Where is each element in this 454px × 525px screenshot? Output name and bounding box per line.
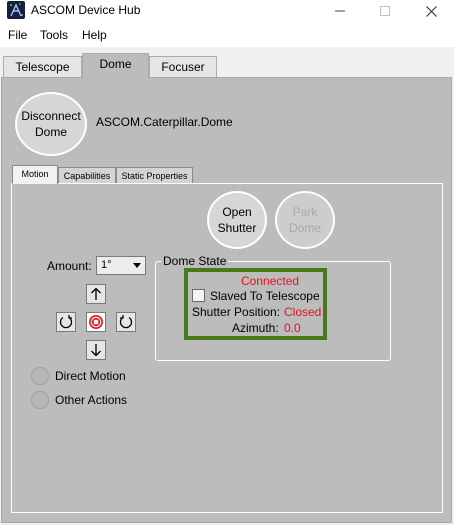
tab-telescope[interactable]: Telescope: [3, 56, 82, 78]
azimuth-label: Azimuth:: [232, 321, 279, 335]
minimize-icon[interactable]: [317, 0, 363, 22]
open-shutter-line1: Open: [222, 205, 252, 219]
connection-status: Connected: [241, 274, 300, 288]
rotate-ccw-icon: [59, 315, 73, 329]
slaved-checkbox[interactable]: [192, 289, 205, 302]
other-actions-label: Other Actions: [55, 393, 128, 407]
device-name: ASCOM.Caterpillar.Dome: [96, 115, 233, 129]
menu-file[interactable]: File: [8, 28, 27, 42]
subtab-static-properties[interactable]: Static Properties: [116, 167, 193, 184]
amount-value: 1°: [101, 259, 112, 271]
menu-bar: File Tools Help: [0, 25, 454, 45]
stop-icon: [89, 315, 103, 329]
stop-button[interactable]: [86, 312, 106, 332]
chevron-down-icon: [133, 263, 141, 268]
menu-tools[interactable]: Tools: [40, 28, 68, 42]
title-bar: ASCOM Device Hub: [0, 0, 454, 22]
disconnect-dome-button[interactable]: Disconnect Dome: [15, 92, 87, 156]
rotate-cw-button[interactable]: [116, 312, 136, 332]
disconnect-label-line2: Dome: [34, 125, 67, 139]
menu-help[interactable]: Help: [82, 28, 107, 42]
dome-state-title: Dome State: [161, 254, 229, 268]
tab-dome[interactable]: Dome: [82, 53, 149, 78]
open-shutter-line2: Shutter: [217, 221, 257, 235]
park-dome-line2: Dome: [288, 221, 321, 235]
close-icon[interactable]: [408, 0, 454, 22]
azimuth-value: 0.0: [284, 321, 301, 335]
arrow-down-icon: [91, 344, 101, 357]
other-actions-radio[interactable]: [31, 391, 49, 409]
shutter-position-label: Shutter Position:: [192, 305, 281, 319]
maximize-icon[interactable]: [362, 0, 408, 22]
park-dome-line1: Park: [292, 205, 318, 219]
disconnect-label-line1: Disconnect: [21, 109, 81, 123]
tab-focuser[interactable]: Focuser: [149, 56, 217, 78]
direct-motion-label: Direct Motion: [55, 369, 126, 383]
shutter-position-value: Closed: [284, 305, 322, 319]
ascom-logo-icon: [7, 1, 25, 19]
slaved-label: Slaved To Telescope: [210, 289, 320, 303]
move-up-button[interactable]: [86, 284, 106, 304]
rotate-cw-icon: [119, 315, 133, 329]
amount-label: Amount:: [47, 259, 92, 273]
open-shutter-button[interactable]: Open Shutter: [207, 191, 267, 249]
arrow-up-icon: [91, 287, 101, 300]
rotate-ccw-button[interactable]: [56, 312, 76, 332]
park-dome-button[interactable]: Park Dome: [275, 191, 335, 249]
direct-motion-radio[interactable]: [31, 367, 49, 385]
window-title: ASCOM Device Hub: [31, 3, 141, 17]
subtab-motion[interactable]: Motion: [12, 165, 58, 184]
move-down-button[interactable]: [86, 340, 106, 360]
amount-select[interactable]: 1°: [96, 256, 146, 275]
subtab-capabilities[interactable]: Capabilities: [58, 167, 116, 184]
